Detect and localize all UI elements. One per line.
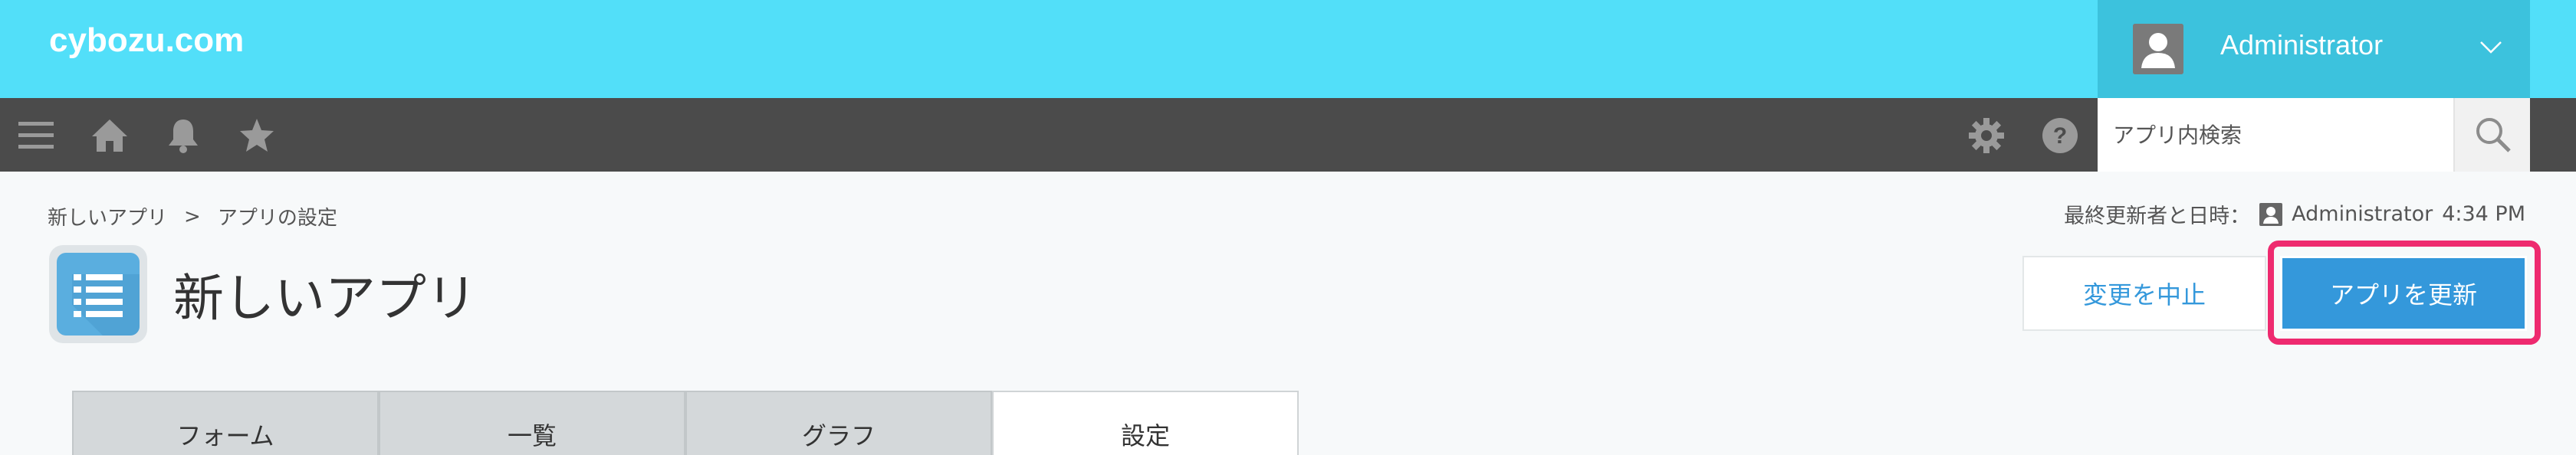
home-icon[interactable] [89,115,130,156]
last-updated-time: 4:34 PM [2442,202,2525,226]
app-list-icon [49,245,147,343]
update-app-button[interactable]: アプリを更新 [2280,256,2527,331]
last-updated-info: 最終更新者と日時： Administrator 4:34 PM [2064,199,2525,229]
menu-icon[interactable] [15,115,57,156]
breadcrumb: 新しいアプリ > アプリの設定 [48,202,337,231]
tab-label: グラフ [801,421,876,450]
user-avatar-icon [2133,24,2183,74]
cybozu-logo[interactable]: cybozu.com [49,21,244,60]
settings-tabs: フォーム 一覧 グラフ 設定 [72,391,1299,455]
search-button[interactable] [2453,98,2530,172]
cancel-changes-button[interactable]: 変更を中止 [2022,256,2266,331]
svg-text:?: ? [2053,123,2067,149]
breadcrumb-item-app[interactable]: 新しいアプリ [48,202,167,231]
tab-settings[interactable]: 設定 [992,391,1299,455]
page-title: 新しいアプリ [173,269,477,328]
tab-form[interactable]: フォーム [72,391,379,455]
last-updated-label: 最終更新者と日時： [2064,205,2251,228]
breadcrumb-item-settings: アプリの設定 [217,207,337,230]
bell-icon[interactable] [163,115,204,156]
tab-graph[interactable]: グラフ [685,391,992,455]
star-icon[interactable] [236,115,278,156]
app-search [2098,98,2530,172]
top-header: cybozu.com Administrator [0,0,2576,98]
last-updated-user[interactable]: Administrator [2292,202,2433,226]
tab-label: 一覧 [507,421,557,450]
search-input[interactable] [2098,98,2453,172]
breadcrumb-separator: > [184,205,201,228]
gear-icon[interactable] [1966,115,2007,156]
search-icon [2476,118,2511,152]
user-name: Administrator [2220,29,2384,61]
user-menu[interactable]: Administrator [2098,0,2530,98]
chevron-down-icon[interactable] [2478,34,2504,60]
help-icon[interactable]: ? [2039,115,2081,156]
tab-label: フォーム [176,421,274,450]
user-small-icon [2259,202,2283,226]
tab-list[interactable]: 一覧 [379,391,685,455]
tab-label: 設定 [1120,421,1170,450]
